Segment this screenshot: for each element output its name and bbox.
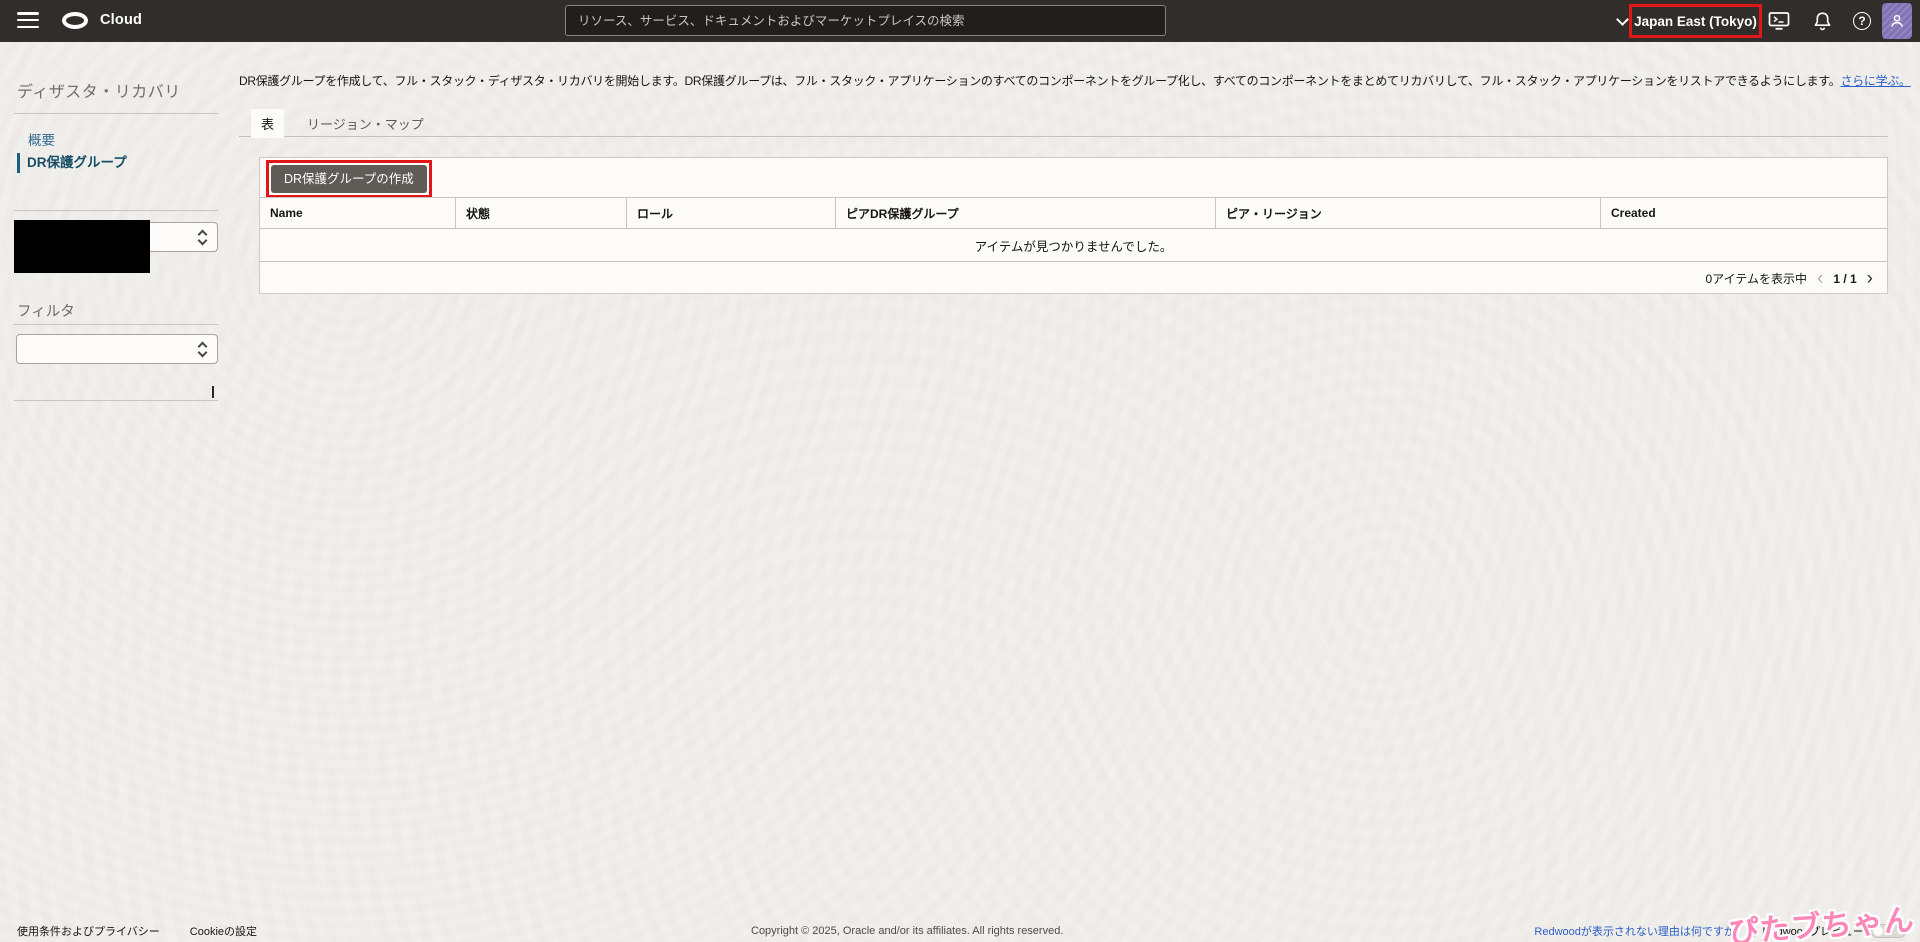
sidebar-title: ディザスタ・リカバリ [17,84,181,101]
redacted-compartment-name [14,220,150,273]
table-empty-state: アイテムが見つかりませんでした。 [260,229,1887,262]
footer: 使用条件およびプライバシー Cookieの設定 Copyright © 2025… [0,920,1920,942]
divider [14,400,218,401]
tab-table[interactable]: 表 [251,109,285,138]
column-header-role: ロール [627,198,836,228]
text-cursor-mark [212,386,214,398]
create-button-highlight-box: DR保護グループの作成 [266,160,432,198]
page-indicator: 1 / 1 [1833,271,1857,286]
hamburger-menu-icon[interactable] [17,12,39,30]
oracle-logo-icon[interactable] [62,12,88,29]
user-avatar[interactable] [1882,3,1912,39]
channel-watermark: ぴたブちゃんねる [1727,903,1916,942]
pagination-row: 0アイテムを表示中 ‹ 1 / 1 › [260,262,1887,295]
person-icon [1891,14,1903,27]
column-header-name: Name [260,198,456,228]
filter-section-title: フィルタ [17,304,75,320]
oracle-cloud-console: Cloud Japan East (Tokyo) ? [0,0,1920,942]
tab-bar: 表 リージョン・マップ [239,109,1888,138]
redwood-help-link[interactable]: Redwoodが表示されない理由は何ですか。 [1534,923,1745,939]
create-dr-protection-group-button[interactable]: DR保護グループの作成 [271,165,427,193]
dr-protection-groups-panel: DR保護グループの作成 Name 状態 ロール ピアDR保護グループ ピア・リー… [259,157,1888,294]
chevron-down-icon[interactable] [1616,13,1629,26]
search-input[interactable] [565,5,1166,36]
notifications-bell-icon[interactable] [1811,10,1833,32]
top-navigation-bar: Cloud Japan East (Tokyo) ? [0,0,1920,42]
sidebar-item-overview[interactable]: 概要 [28,129,55,149]
column-header-created: Created [1611,206,1656,220]
terms-privacy-link[interactable]: 使用条件およびプライバシー [17,923,160,939]
cookie-settings-link[interactable]: Cookieの設定 [190,923,257,939]
column-header-peer-dr-group: ピアDR保護グループ [836,198,1216,228]
filter-select[interactable] [16,334,218,364]
select-stepper-icon [197,229,208,247]
divider [14,210,218,211]
next-page-icon[interactable]: › [1867,269,1873,288]
column-header-peer-region: ピア・リージョン [1216,198,1601,228]
cloud-shell-icon[interactable] [1768,10,1790,32]
brand-title: Cloud [100,12,143,28]
tab-region-map[interactable]: リージョン・マップ [297,109,434,137]
divider [14,324,218,325]
intro-text: DR保護グループを作成して、フル・スタック・ディザスタ・リカバリを開始します。D… [239,74,1911,88]
divider [14,113,218,114]
region-selector[interactable]: Japan East (Tokyo) [1634,14,1757,29]
table-header-row: Name 状態 ロール ピアDR保護グループ ピア・リージョン Created [260,197,1887,229]
items-shown-count: 0アイテムを表示中 [1705,272,1807,286]
column-header-state: 状態 [456,198,627,228]
help-icon[interactable]: ? [1851,10,1873,32]
select-stepper-icon [197,341,208,359]
learn-more-link[interactable]: さらに学ぶ。 [1840,74,1911,88]
region-highlight-box: Japan East (Tokyo) [1629,4,1762,38]
previous-page-icon[interactable]: ‹ [1817,269,1823,288]
sidebar-item-dr-protection-groups[interactable]: DR保護グループ [17,153,127,173]
copyright-text: Copyright © 2025, Oracle and/or its affi… [751,925,1064,937]
